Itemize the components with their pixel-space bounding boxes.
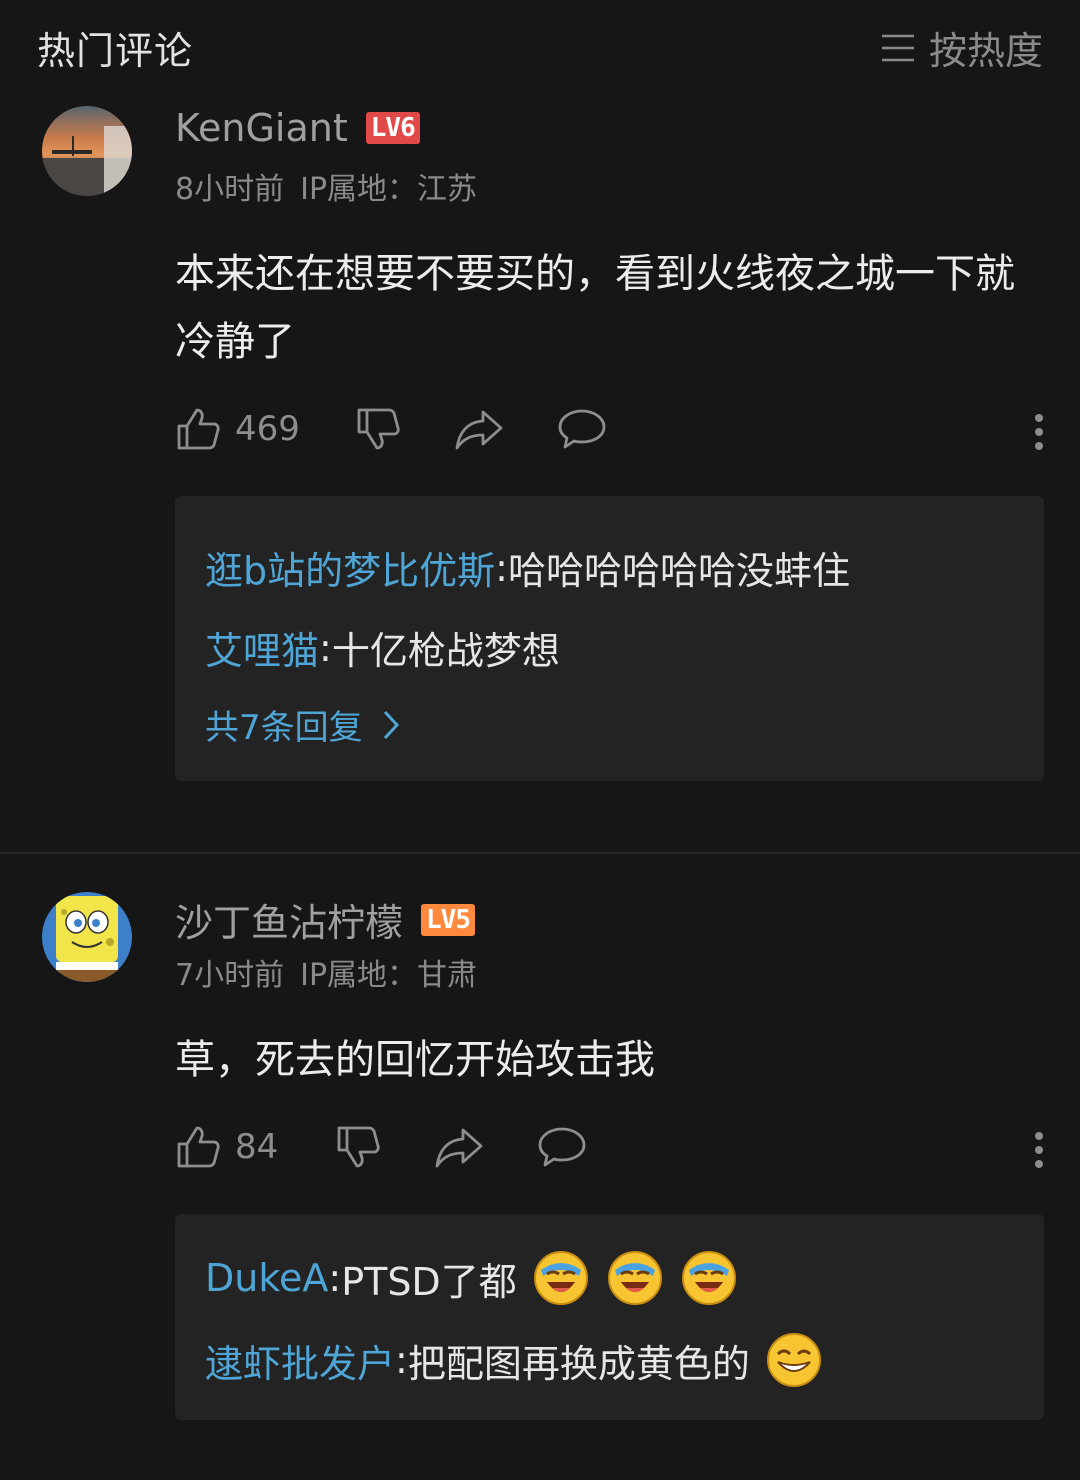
like-count: 84 bbox=[235, 1127, 279, 1167]
thumb-down-icon bbox=[357, 408, 400, 450]
comment-time: 7小时前 bbox=[175, 958, 285, 993]
dislike-button[interactable] bbox=[355, 406, 401, 452]
thumb-up-icon bbox=[177, 408, 220, 450]
reply-username[interactable]: 逮虾批发户 bbox=[205, 1333, 395, 1388]
sort-lines-icon bbox=[881, 34, 914, 61]
reply-colon: : bbox=[395, 1338, 408, 1382]
reply-count-label: 共7条回复 bbox=[205, 708, 363, 748]
comments-page: 热门评论 按热度 KenGiant LV6 8小时前 IP属地：江苏 本来还在想… bbox=[0, 0, 1080, 1480]
sort-label: 按热度 bbox=[928, 29, 1043, 73]
level-badge: LV5 bbox=[421, 903, 475, 936]
username[interactable]: 沙丁鱼沾柠檬 LV5 bbox=[175, 892, 475, 947]
reply-button[interactable] bbox=[557, 406, 607, 452]
laugh-cry-emoji bbox=[533, 1251, 588, 1305]
username[interactable]: KenGiant LV6 bbox=[175, 106, 420, 150]
grin-emoji bbox=[766, 1333, 821, 1387]
reply-preview-box[interactable]: 逛b站的梦比优斯: 哈哈哈哈哈哈没蚌住 艾哩猫: 十亿枪战梦想 共7条回复 bbox=[175, 496, 1044, 781]
reply-item[interactable]: 逛b站的梦比优斯: 哈哈哈哈哈哈没蚌住 bbox=[205, 540, 850, 595]
reply-colon: : bbox=[328, 1256, 342, 1300]
thumb-up-icon bbox=[177, 1126, 220, 1168]
reply-username[interactable]: 艾哩猫 bbox=[205, 620, 319, 675]
more-options-button[interactable] bbox=[1033, 412, 1045, 456]
like-button[interactable]: 84 bbox=[175, 1124, 278, 1170]
comment-time: 8小时前 bbox=[175, 172, 285, 207]
avatar[interactable] bbox=[42, 106, 132, 196]
comment-meta: 8小时前 IP属地：江苏 bbox=[175, 164, 493, 208]
dislike-button[interactable] bbox=[335, 1124, 381, 1170]
laugh-cry-emoji bbox=[607, 1251, 662, 1305]
comment-bubble-icon bbox=[538, 1127, 586, 1167]
like-button[interactable]: 469 bbox=[175, 406, 300, 452]
laugh-cry-emoji bbox=[681, 1251, 736, 1305]
more-options-button[interactable] bbox=[1033, 1130, 1045, 1174]
view-all-replies-link[interactable]: 共7条回复 bbox=[205, 700, 401, 749]
thumb-down-icon bbox=[337, 1126, 380, 1168]
reply-colon: : bbox=[319, 625, 332, 670]
comment-actions: 469 bbox=[175, 406, 1045, 466]
comment-content: 草，死去的回忆开始攻击我 bbox=[175, 1037, 655, 1083]
avatar[interactable] bbox=[42, 892, 132, 982]
reply-button[interactable] bbox=[537, 1124, 587, 1170]
reply-text: 十亿枪战梦想 bbox=[331, 629, 560, 673]
comment-content: 本来还在想要不要买的，看到火线夜之城一下就冷静了 bbox=[175, 251, 1015, 365]
section-title: 热门评论 bbox=[37, 29, 194, 73]
more-vertical-icon bbox=[1035, 1132, 1043, 1168]
share-button[interactable] bbox=[435, 1124, 483, 1170]
chevron-right-icon bbox=[383, 710, 399, 739]
reply-text: PTSD了都 bbox=[341, 1259, 517, 1304]
comment-actions: 84 bbox=[175, 1124, 1045, 1184]
sort-button[interactable]: 按热度 bbox=[881, 20, 1043, 75]
like-count: 469 bbox=[235, 409, 300, 449]
level-badge: LV6 bbox=[365, 112, 420, 144]
comment-meta: 7小时前 IP属地：甘肃 bbox=[175, 950, 493, 994]
share-icon bbox=[455, 410, 503, 450]
reply-item[interactable]: 艾哩猫: 十亿枪战梦想 bbox=[205, 620, 560, 675]
username-text: 沙丁鱼沾柠檬 bbox=[175, 901, 404, 945]
comments-header: 热门评论 按热度 bbox=[0, 0, 1080, 86]
ip-location: IP属地：甘肃 bbox=[300, 958, 478, 993]
username-text: KenGiant bbox=[175, 106, 348, 150]
share-icon bbox=[435, 1128, 483, 1168]
reply-colon: : bbox=[495, 545, 508, 590]
reply-username[interactable]: 逛b站的梦比优斯 bbox=[205, 540, 495, 595]
ip-location: IP属地：江苏 bbox=[300, 172, 478, 207]
reply-item[interactable]: DukeA: PTSD了都 bbox=[205, 1250, 737, 1306]
more-vertical-icon bbox=[1035, 414, 1043, 450]
comment-bubble-icon bbox=[558, 409, 606, 449]
share-button[interactable] bbox=[455, 406, 503, 452]
reply-preview-box[interactable]: DukeA: PTSD了都 逮虾批发户: 把配图再换成黄色的 bbox=[175, 1214, 1044, 1420]
reply-text: 哈哈哈哈哈哈没蚌住 bbox=[507, 549, 850, 593]
comment-divider bbox=[0, 852, 1080, 854]
reply-text: 把配图再换成黄色的 bbox=[407, 1341, 750, 1386]
reply-item[interactable]: 逮虾批发户: 把配图再换成黄色的 bbox=[205, 1332, 822, 1388]
reply-username[interactable]: DukeA bbox=[205, 1256, 328, 1300]
